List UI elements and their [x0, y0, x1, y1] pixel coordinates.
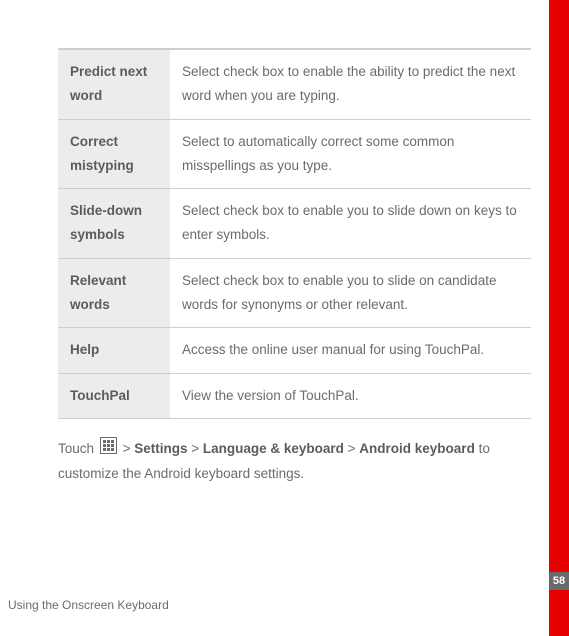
separator: > — [123, 441, 135, 456]
path-settings: Settings — [134, 441, 187, 456]
setting-desc: Access the online user manual for using … — [170, 328, 531, 373]
page-edge-bar: 58 — [549, 0, 569, 636]
table-row: Relevant words Select check box to enabl… — [58, 258, 531, 328]
settings-table: Predict next word Select check box to en… — [58, 48, 531, 419]
edge-bar-bottom — [549, 590, 569, 636]
apps-grid-icon — [100, 437, 117, 462]
path-android-keyboard: Android keyboard — [359, 441, 475, 456]
setting-label: Slide-down symbols — [58, 189, 170, 259]
table-row: Predict next word Select check box to en… — [58, 49, 531, 119]
separator: > — [344, 441, 359, 456]
setting-desc: Select check box to enable you to slide … — [170, 189, 531, 259]
page-number: 58 — [549, 572, 569, 590]
table-row: TouchPal View the version of TouchPal. — [58, 373, 531, 418]
table-row: Slide-down symbols Select check box to e… — [58, 189, 531, 259]
setting-desc: Select check box to enable the ability t… — [170, 49, 531, 119]
setting-label: Help — [58, 328, 170, 373]
setting-desc: Select check box to enable you to slide … — [170, 258, 531, 328]
path-language-keyboard: Language & keyboard — [203, 441, 344, 456]
setting-desc: Select to automatically correct some com… — [170, 119, 531, 189]
instruction-text: Touch > Settings > Language & keyboard >… — [58, 437, 531, 487]
setting-label: Predict next word — [58, 49, 170, 119]
table-row: Correct mistyping Select to automaticall… — [58, 119, 531, 189]
edge-bar-top — [549, 0, 569, 572]
setting-label: Relevant words — [58, 258, 170, 328]
setting-desc: View the version of TouchPal. — [170, 373, 531, 418]
setting-label: Correct mistyping — [58, 119, 170, 189]
footer-section-label: Using the Onscreen Keyboard — [8, 598, 169, 612]
table-row: Help Access the online user manual for u… — [58, 328, 531, 373]
separator: > — [187, 441, 202, 456]
instruction-pre: Touch — [58, 441, 94, 456]
setting-label: TouchPal — [58, 373, 170, 418]
